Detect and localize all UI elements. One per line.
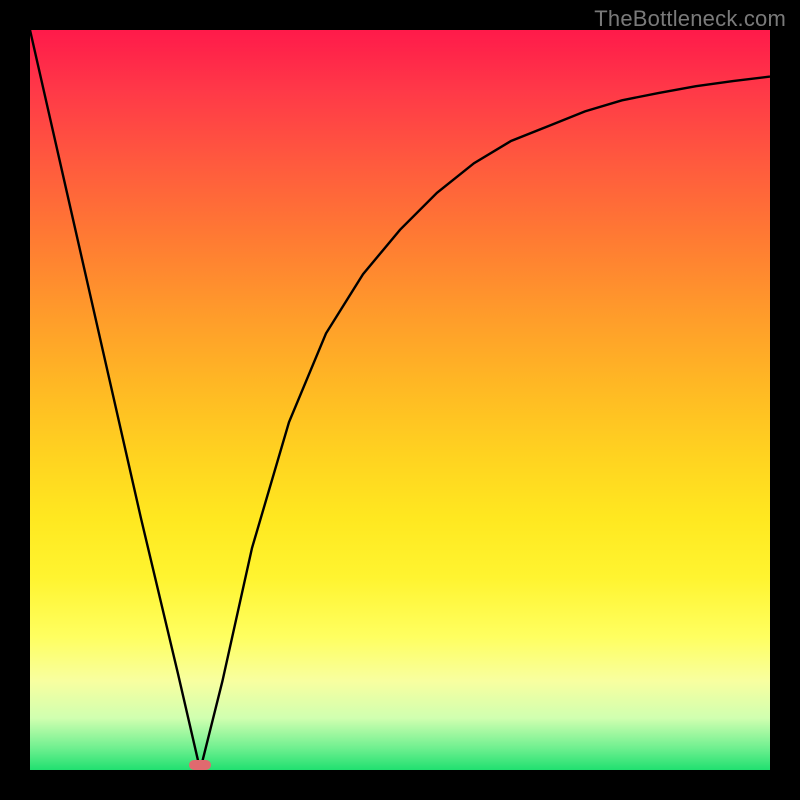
plot-area xyxy=(30,30,770,770)
minimum-marker xyxy=(189,760,211,770)
watermark-text: TheBottleneck.com xyxy=(594,6,786,32)
outer-frame: TheBottleneck.com xyxy=(0,0,800,800)
curve-svg xyxy=(30,30,770,770)
bottleneck-curve xyxy=(30,30,770,770)
